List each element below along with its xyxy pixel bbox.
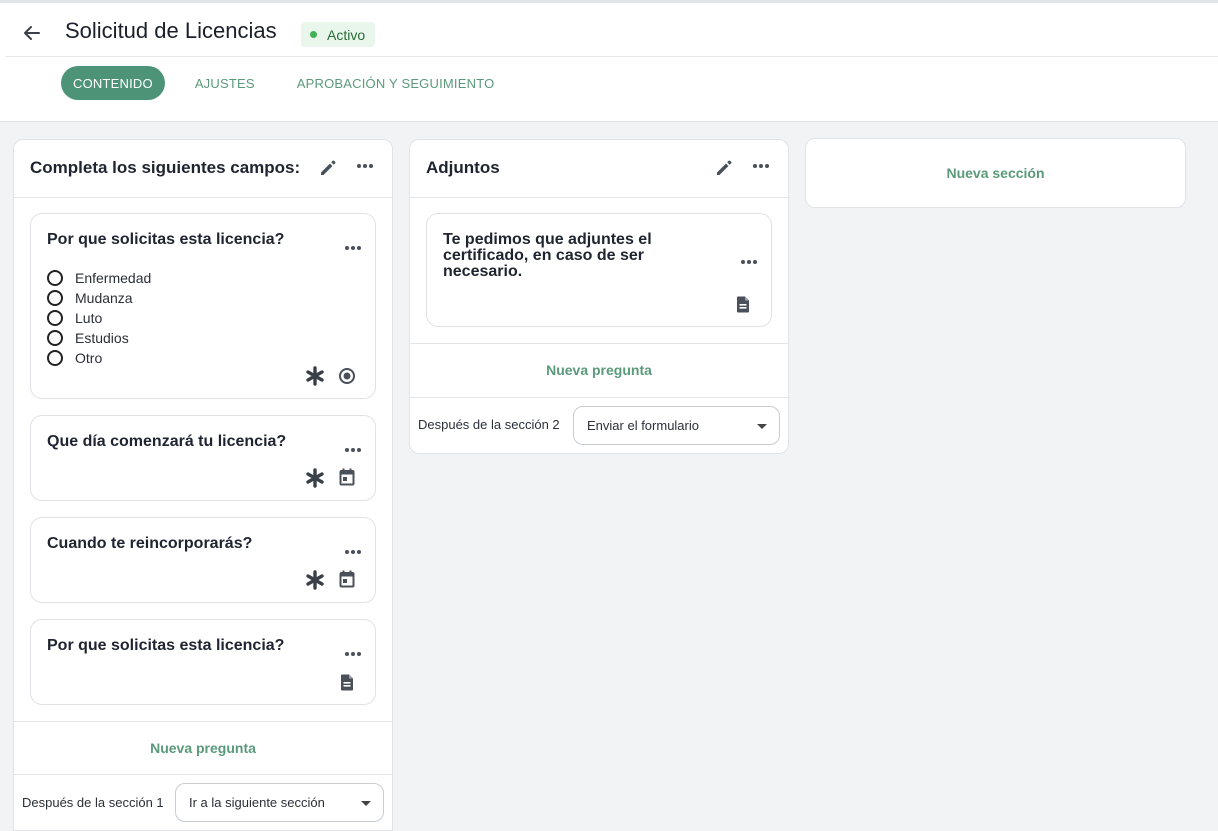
section-header: Completa los siguientes campos:	[14, 140, 392, 198]
section-title: Completa los siguientes campos:	[30, 158, 301, 177]
radio-option[interactable]: Luto	[47, 308, 151, 328]
status-dot-icon	[310, 31, 317, 38]
chevron-down-icon	[361, 801, 371, 806]
calendar-icon	[335, 465, 359, 489]
status-label: Activo	[327, 26, 366, 43]
new-section-button[interactable]: Nueva sección	[806, 165, 1185, 181]
option-label: Estudios	[75, 330, 129, 346]
status-badge: Activo	[301, 22, 376, 47]
question-title: Te pedimos que adjuntes el certificado, …	[443, 231, 652, 280]
option-label: Luto	[75, 310, 103, 326]
radio-option[interactable]: Mudanza	[47, 288, 151, 308]
tab-ajustes[interactable]: AJUSTES	[183, 66, 267, 100]
page-title: Solicitud de Licencias	[65, 18, 277, 43]
new-question-button[interactable]: Nueva pregunta	[14, 740, 392, 756]
new-question-button[interactable]: Nueva pregunta	[410, 362, 788, 378]
question-card[interactable]: Cuando te reincorporarás?	[30, 517, 376, 603]
question-title: Que día comenzará tu licencia?	[47, 433, 287, 450]
radio-circle-icon[interactable]	[47, 290, 63, 306]
edit-pencil-icon[interactable]	[712, 156, 736, 180]
more-options-icon[interactable]	[341, 540, 365, 564]
section-header: Adjuntos	[410, 140, 788, 198]
radio-type-icon	[335, 364, 359, 388]
radio-circle-icon[interactable]	[47, 350, 63, 366]
question-card[interactable]: Que día comenzará tu licencia?	[30, 415, 376, 501]
more-options-icon[interactable]	[341, 438, 365, 462]
section-title: Adjuntos	[426, 158, 500, 177]
more-options-icon[interactable]	[341, 642, 365, 666]
after-section-select[interactable]: Ir a la siguiente sección	[175, 783, 384, 822]
new-section-card[interactable]: Nueva sección	[805, 138, 1186, 208]
asterisk-icon	[303, 364, 327, 388]
question-title: Cuando te reincorporarás?	[47, 535, 253, 552]
select-value: Ir a la siguiente sección	[189, 795, 325, 810]
divider	[14, 721, 392, 722]
chevron-down-icon	[757, 424, 767, 429]
document-icon	[335, 670, 359, 694]
tab-aprobacion[interactable]: APROBACIÓN Y SEGUIMIENTO	[285, 66, 507, 100]
section-card-2: Adjuntos Te pedimos que adjuntes el cert…	[409, 139, 789, 454]
radio-circle-icon[interactable]	[47, 310, 63, 326]
question-card[interactable]: Te pedimos que adjuntes el certificado, …	[426, 213, 772, 327]
question-card[interactable]: Por que solicitas esta licencia? Enferme…	[30, 213, 376, 399]
divider	[14, 774, 392, 775]
radio-option[interactable]: Otro	[47, 348, 151, 368]
radio-option[interactable]: Enfermedad	[47, 268, 151, 288]
edit-pencil-icon[interactable]	[316, 156, 340, 180]
select-value: Enviar el formulario	[587, 418, 699, 433]
more-options-icon[interactable]	[353, 154, 377, 178]
question-title: Por que solicitas esta licencia?	[47, 637, 285, 654]
more-options-icon[interactable]	[341, 236, 365, 260]
option-label: Otro	[75, 350, 103, 366]
divider	[410, 343, 788, 344]
section-card-1: Completa los siguientes campos: Por que …	[13, 139, 393, 831]
after-section-select[interactable]: Enviar el formulario	[573, 406, 780, 445]
more-options-icon[interactable]	[737, 250, 761, 274]
header-bar: Solicitud de Licencias Activo CONTENIDO …	[0, 0, 1218, 122]
tab-bar: CONTENIDO AJUSTES APROBACIÓN Y SEGUIMIEN…	[61, 66, 512, 100]
calendar-icon	[335, 567, 359, 591]
option-label: Enfermedad	[75, 270, 152, 286]
asterisk-icon	[303, 466, 327, 490]
back-arrow-icon[interactable]	[20, 21, 44, 45]
asterisk-icon	[303, 568, 327, 592]
after-section-label: Después de la sección 1	[22, 795, 164, 810]
more-options-icon[interactable]	[749, 154, 773, 178]
document-icon	[731, 292, 755, 316]
tab-contenido[interactable]: CONTENIDO	[61, 66, 165, 100]
radio-option[interactable]: Estudios	[47, 328, 151, 348]
question-card[interactable]: Por que solicitas esta licencia?	[30, 619, 376, 705]
header-divider	[6, 56, 1218, 57]
option-label: Mudanza	[75, 290, 133, 306]
question-title: Por que solicitas esta licencia?	[47, 231, 285, 248]
radio-options: Enfermedad Mudanza Luto Estudios Otro	[47, 268, 151, 368]
radio-circle-icon[interactable]	[47, 330, 63, 346]
radio-circle-icon[interactable]	[47, 270, 63, 286]
divider	[410, 397, 788, 398]
after-section-label: Después de la sección 2	[418, 417, 560, 432]
